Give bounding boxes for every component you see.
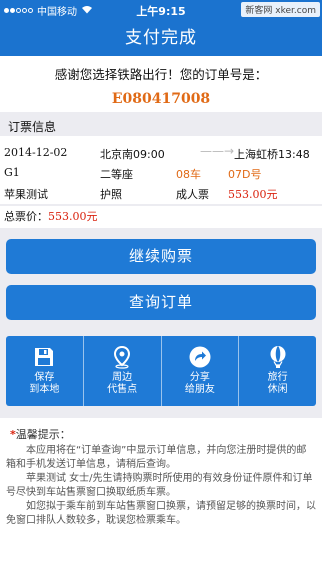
- tips-panel: *温馨提示： 本应用将在“订单查询”中显示订单信息，并向您注册时提供的邮箱和手机…: [0, 418, 322, 572]
- watermark: 新客网 xker.com: [241, 2, 320, 17]
- order-confirmation: 感谢您选择铁路出行！您的订单号是： E080417008: [0, 56, 322, 112]
- save-local-button[interactable]: 保存 到本地: [6, 336, 84, 406]
- query-order-button[interactable]: 查询订单: [6, 285, 316, 320]
- continue-booking-button[interactable]: 继续购票: [6, 239, 316, 274]
- status-bar: 中国移动 上午9:15 新客网 xker.com: [0, 0, 322, 20]
- train-number: G1: [4, 166, 20, 179]
- share-friend-label: 分享 给朋友: [184, 372, 215, 395]
- balloon-icon: [270, 346, 286, 368]
- share-icon: [189, 346, 211, 368]
- ticket-info-card: 2014-12-02 北京南09:00 ——→ 上海虹桥13:48 G1 二等座…: [0, 136, 322, 204]
- travel-leisure-label: 旅行 休闲: [267, 372, 288, 395]
- page-title: 支付完成: [0, 20, 322, 56]
- quick-links-bar: 保存 到本地 周边 代售点 分享 给朋友 旅行 休闲: [6, 336, 316, 406]
- save-local-label: 保存 到本地: [29, 372, 60, 395]
- tip-paragraph: 苹果测试 女士/先生请持购票时所使用的有效身份证件原件和订单号尽快到车站售票窗口…: [6, 473, 313, 498]
- nearby-agency-button[interactable]: 周边 代售点: [84, 336, 162, 406]
- tip-paragraph: 如您拟于乘车前到车站售票窗口换票，请预留足够的换票时间，以免窗口排队人数较多，耽…: [6, 501, 316, 526]
- thanks-message: 感谢您选择铁路出行！您的订单号是：: [54, 67, 268, 82]
- ticket-type: 成人票: [176, 188, 209, 201]
- tips-title: *温馨提示：: [10, 428, 71, 441]
- travel-date: 2014-12-02: [4, 146, 68, 159]
- order-number: E080417008: [111, 91, 211, 107]
- arrival-station: 上海虹桥13:48: [234, 148, 310, 161]
- departure-station: 北京南09:00: [100, 148, 165, 161]
- passenger-name: 苹果测试: [4, 188, 48, 201]
- tips-body: 本应用将在“订单查询”中显示订单信息，并向您注册时提供的邮箱和手机发送订单信息，…: [6, 444, 316, 528]
- total-price-row: 总票价：553.00元: [0, 206, 322, 228]
- car-number: 08车: [176, 168, 201, 181]
- total-value: 553.00元: [48, 210, 98, 223]
- total-label: 总票价：: [4, 210, 48, 223]
- nearby-agency-label: 周边 代售点: [107, 372, 138, 395]
- ticket-price: 553.00元: [228, 188, 278, 201]
- share-friend-button[interactable]: 分享 给朋友: [162, 336, 240, 406]
- map-pin-icon: [114, 345, 131, 369]
- tip-paragraph: 本应用将在“订单查询”中显示订单信息，并向您注册时提供的邮箱和手机发送订单信息，…: [6, 445, 307, 470]
- seat-number: 07D号: [228, 168, 262, 181]
- save-icon: [35, 348, 54, 366]
- arrow-right-icon: ——→: [200, 144, 235, 158]
- travel-leisure-button[interactable]: 旅行 休闲: [239, 336, 316, 406]
- seat-class: 二等座: [100, 168, 133, 181]
- id-type: 护照: [100, 188, 122, 201]
- ticket-info-title: 订票信息: [8, 120, 57, 134]
